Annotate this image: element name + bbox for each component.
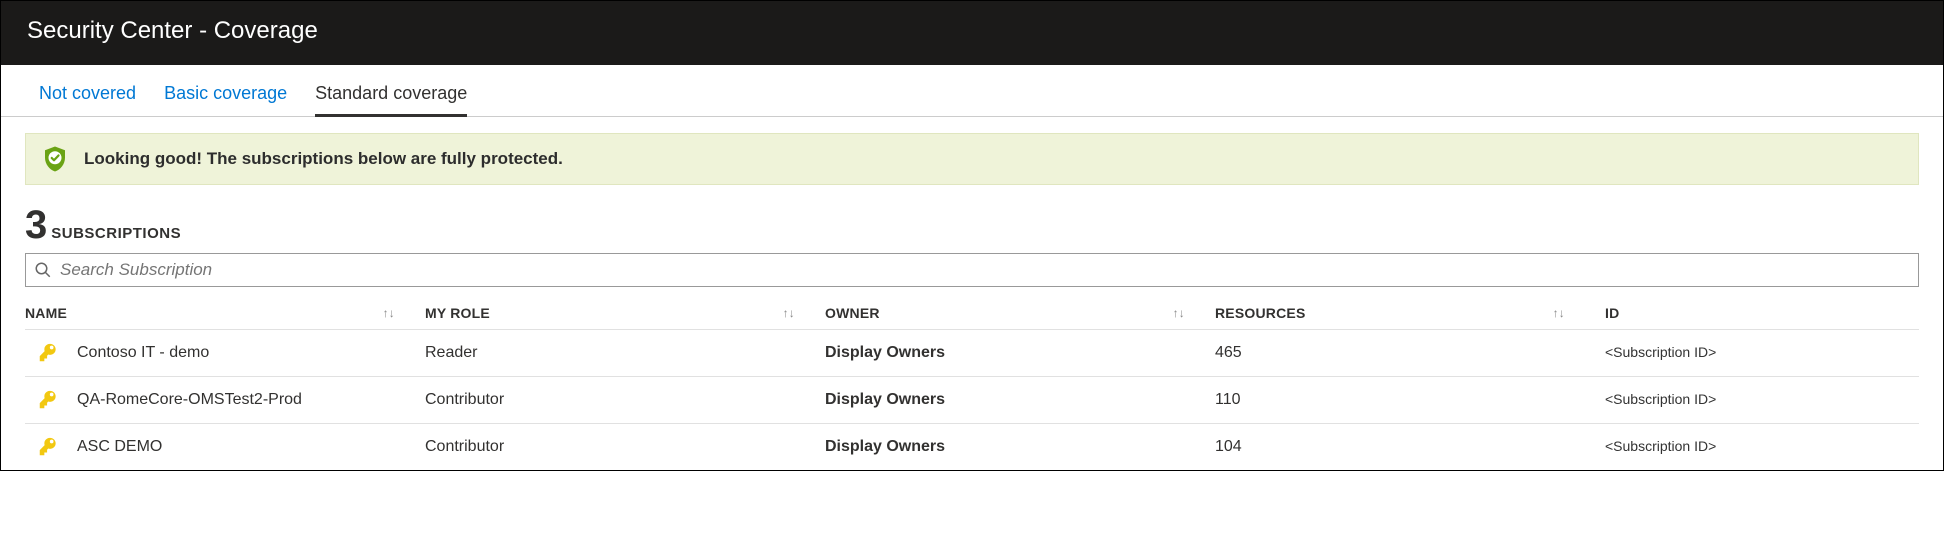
display-owners-link[interactable]: Display Owners (825, 391, 945, 408)
col-header-resources[interactable]: RESOURCES (1215, 305, 1305, 321)
col-header-id[interactable]: ID (1605, 305, 1619, 321)
subscription-grid: NAME ↑↓ MY ROLE ↑↓ OWNER ↑↓ RESOURCES ↑↓… (25, 305, 1919, 470)
cell-resources: 465 (1215, 344, 1595, 362)
sort-icon[interactable]: ↑↓ (1553, 306, 1565, 320)
cell-role: Reader (425, 344, 825, 362)
count-number: 3 (25, 205, 47, 245)
key-icon (37, 389, 59, 411)
sort-icon[interactable]: ↑↓ (783, 306, 795, 320)
display-owners-link[interactable]: Display Owners (825, 344, 945, 361)
tab-basic-coverage[interactable]: Basic coverage (164, 83, 287, 116)
display-owners-link[interactable]: Display Owners (825, 438, 945, 455)
key-icon (37, 342, 59, 364)
cell-resources: 104 (1215, 438, 1595, 456)
table-row[interactable]: Contoso IT - demo Reader Display Owners … (25, 330, 1919, 377)
cell-name: ASC DEMO (77, 438, 162, 456)
subscription-count: 3 SUBSCRIPTIONS (1, 185, 1943, 249)
cell-role: Contributor (425, 438, 825, 456)
cell-name: QA-RomeCore-OMSTest2-Prod (77, 391, 302, 409)
table-row[interactable]: QA-RomeCore-OMSTest2-Prod Contributor Di… (25, 377, 1919, 424)
count-label: SUBSCRIPTIONS (51, 225, 181, 242)
search-box[interactable] (25, 253, 1919, 287)
col-header-role[interactable]: MY ROLE (425, 305, 490, 321)
cell-name: Contoso IT - demo (77, 344, 209, 362)
grid-header: NAME ↑↓ MY ROLE ↑↓ OWNER ↑↓ RESOURCES ↑↓… (25, 305, 1919, 330)
tab-not-covered[interactable]: Not covered (39, 83, 136, 116)
status-banner: Looking good! The subscriptions below ar… (25, 133, 1919, 185)
table-row[interactable]: ASC DEMO Contributor Display Owners 104 … (25, 424, 1919, 470)
page-title: Security Center - Coverage (1, 1, 1943, 65)
cell-id: <Subscription ID> (1605, 391, 1716, 407)
cell-id: <Subscription ID> (1605, 344, 1716, 360)
tab-standard-coverage[interactable]: Standard coverage (315, 83, 467, 117)
sort-icon[interactable]: ↑↓ (383, 306, 395, 320)
tabs: Not covered Basic coverage Standard cove… (1, 65, 1943, 117)
search-input[interactable] (60, 260, 1910, 280)
col-header-owner[interactable]: OWNER (825, 305, 880, 321)
status-banner-text: Looking good! The subscriptions below ar… (84, 149, 563, 169)
cell-resources: 110 (1215, 391, 1595, 409)
search-icon (34, 261, 52, 279)
shield-check-icon (40, 144, 70, 174)
key-icon (37, 436, 59, 458)
cell-role: Contributor (425, 391, 825, 409)
col-header-name[interactable]: NAME (25, 305, 67, 321)
cell-id: <Subscription ID> (1605, 438, 1716, 454)
sort-icon[interactable]: ↑↓ (1173, 306, 1185, 320)
